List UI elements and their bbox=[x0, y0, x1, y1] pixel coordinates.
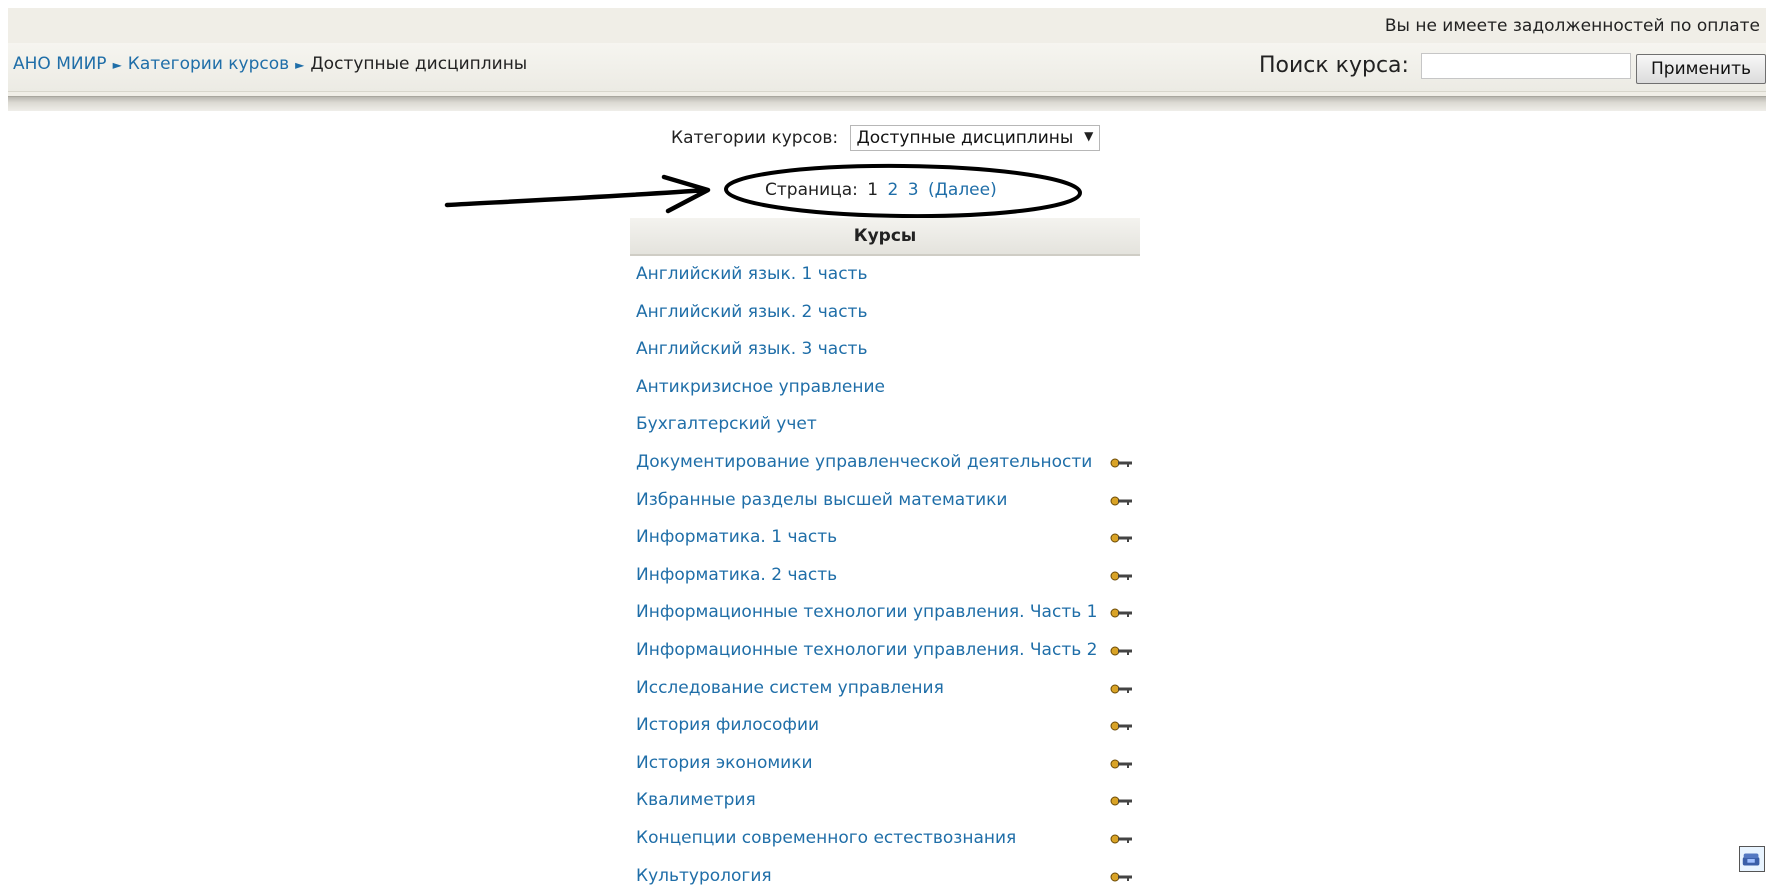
key-icon[interactable] bbox=[1110, 833, 1134, 845]
key-icon[interactable] bbox=[1110, 683, 1134, 695]
course-link[interactable]: Квалиметрия bbox=[636, 790, 756, 810]
course-row: Английский язык. 1 часть bbox=[630, 256, 1140, 294]
course-row: История экономики bbox=[630, 745, 1140, 783]
course-row: Концепции современного естествознания bbox=[630, 820, 1140, 858]
course-row: Английский язык. 2 часть bbox=[630, 294, 1140, 332]
course-row: Информационные технологии управления. Ча… bbox=[630, 632, 1140, 670]
key-icon[interactable] bbox=[1110, 645, 1134, 657]
key-icon[interactable] bbox=[1110, 758, 1134, 770]
course-row: Информатика. 1 часть bbox=[630, 519, 1140, 557]
breadcrumb-current: Доступные дисциплины bbox=[310, 54, 527, 74]
key-icon[interactable] bbox=[1110, 607, 1134, 619]
pager: Страница: 1 2 3 (Далее) bbox=[765, 180, 1001, 200]
course-row: Квалиметрия bbox=[630, 782, 1140, 820]
courses-table: Курсы Английский язык. 1 частьАнглийский… bbox=[630, 218, 1140, 895]
course-link[interactable]: Антикризисное управление bbox=[636, 377, 885, 397]
pager-page-link[interactable]: 3 bbox=[908, 180, 919, 200]
course-row: Бухгалтерский учет bbox=[630, 406, 1140, 444]
course-link[interactable]: Информационные технологии управления. Ча… bbox=[636, 640, 1097, 660]
course-row: Избранные разделы высшей математики bbox=[630, 482, 1140, 520]
key-icon[interactable] bbox=[1110, 720, 1134, 732]
breadcrumb-root-link[interactable]: АНО МИИР bbox=[13, 54, 107, 74]
category-select[interactable]: Доступные дисциплины ▼ bbox=[850, 125, 1101, 151]
page-header: Вы не имеете задолженностей по оплате АН… bbox=[8, 8, 1766, 96]
course-link[interactable]: Культурология bbox=[636, 866, 772, 886]
course-row: Документирование управленческой деятельн… bbox=[630, 444, 1140, 482]
course-row: Информационные технологии управления. Ча… bbox=[630, 594, 1140, 632]
course-link[interactable]: Исследование систем управления bbox=[636, 678, 944, 698]
course-link[interactable]: Информатика. 1 часть bbox=[636, 527, 837, 547]
course-link[interactable]: Английский язык. 2 часть bbox=[636, 302, 867, 322]
course-row: История философии bbox=[630, 707, 1140, 745]
course-link[interactable]: История философии bbox=[636, 715, 819, 735]
course-list: Английский язык. 1 часть Английский язык.… bbox=[630, 256, 1140, 895]
key-icon[interactable] bbox=[1110, 495, 1134, 507]
annotation-arrow-icon bbox=[447, 177, 708, 211]
key-icon[interactable] bbox=[1110, 532, 1134, 544]
breadcrumb-separator-icon: ► bbox=[113, 58, 122, 72]
course-link[interactable]: Документирование управленческой деятельн… bbox=[636, 452, 1092, 472]
course-link[interactable]: Бухгалтерский учет bbox=[636, 414, 817, 434]
breadcrumb-separator-icon: ► bbox=[295, 58, 304, 72]
pager-page-link[interactable]: 2 bbox=[888, 180, 899, 200]
search-label: Поиск курса: bbox=[1259, 53, 1409, 78]
debt-notice: Вы не имеете задолженностей по оплате bbox=[1385, 16, 1760, 36]
pager-current-page: 1 bbox=[867, 180, 878, 200]
phone-glyph bbox=[1740, 847, 1764, 871]
category-selector-row: Категории курсов: Доступные дисциплины ▼ bbox=[671, 125, 1100, 151]
key-icon[interactable] bbox=[1110, 570, 1134, 582]
phone-icon[interactable] bbox=[1739, 846, 1765, 872]
course-row: Исследование систем управления bbox=[630, 670, 1140, 708]
course-link[interactable]: История экономики bbox=[636, 753, 813, 773]
search-apply-button[interactable]: Применить bbox=[1636, 54, 1766, 84]
key-icon[interactable] bbox=[1110, 457, 1134, 469]
key-icon[interactable] bbox=[1110, 795, 1134, 807]
course-link[interactable]: Информационные технологии управления. Ча… bbox=[636, 602, 1097, 622]
header-divider bbox=[8, 96, 1766, 111]
key-icon[interactable] bbox=[1110, 871, 1134, 883]
search-input[interactable] bbox=[1421, 53, 1631, 79]
course-link[interactable]: Английский язык. 1 часть bbox=[636, 264, 867, 284]
course-link[interactable]: Английский язык. 3 часть bbox=[636, 339, 867, 359]
pager-label: Страница: bbox=[765, 180, 858, 200]
course-link[interactable]: Концепции современного естествознания bbox=[636, 828, 1016, 848]
pager-next-link[interactable]: (Далее) bbox=[928, 180, 997, 200]
course-link[interactable]: Избранные разделы высшей математики bbox=[636, 490, 1008, 510]
course-row: Культурология bbox=[630, 858, 1140, 895]
category-select-value: Доступные дисциплины bbox=[857, 128, 1074, 148]
breadcrumb-categories-link[interactable]: Категории курсов bbox=[128, 54, 289, 74]
category-selector-label: Категории курсов: bbox=[671, 128, 838, 148]
courses-heading: Курсы bbox=[630, 218, 1140, 256]
breadcrumb: АНО МИИР ► Категории курсов ► Доступные дисц… bbox=[13, 54, 527, 74]
chevron-down-icon: ▼ bbox=[1084, 129, 1093, 143]
course-link[interactable]: Информатика. 2 часть bbox=[636, 565, 837, 585]
course-row: Информатика. 2 часть bbox=[630, 557, 1140, 595]
course-row: Английский язык. 3 часть bbox=[630, 331, 1140, 369]
navbar: АНО МИИР ► Категории курсов ► Доступные дисц… bbox=[8, 43, 1766, 92]
course-row: Антикризисное управление bbox=[630, 369, 1140, 407]
